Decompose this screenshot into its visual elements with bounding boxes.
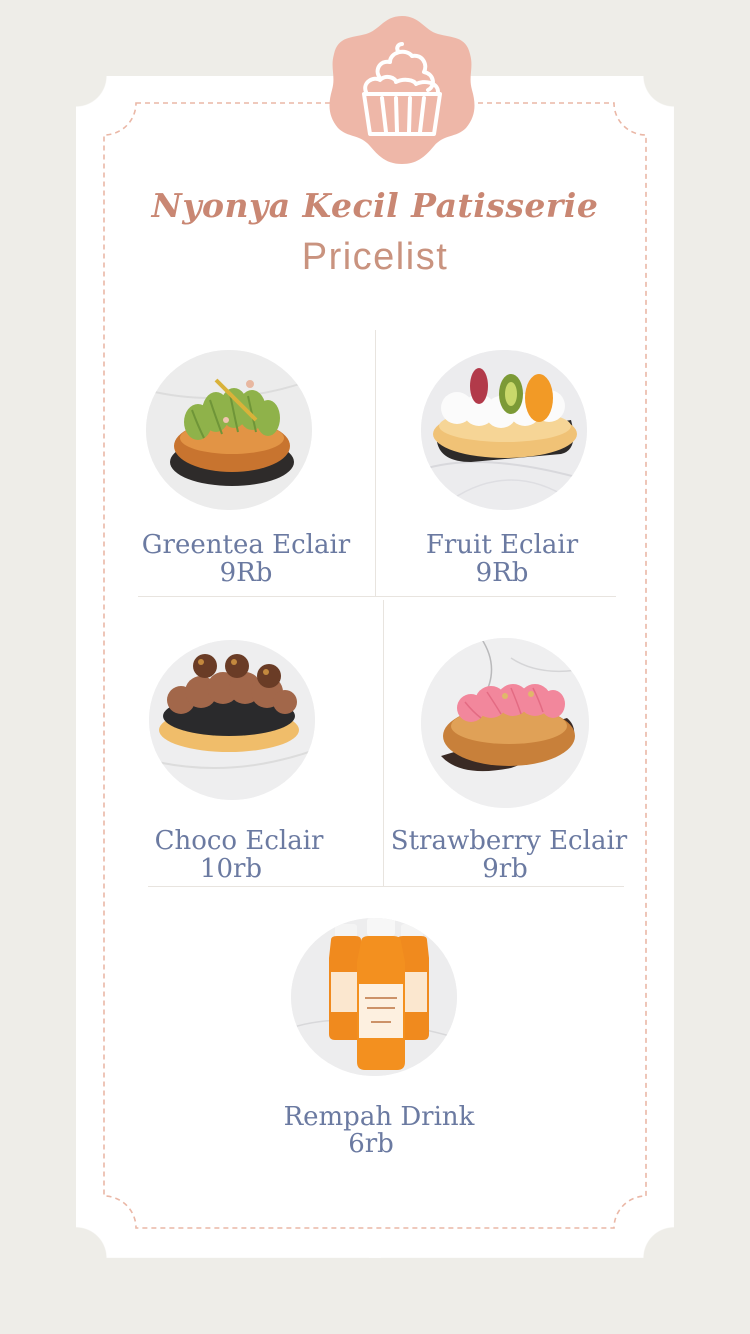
menu-item-price: 9Rb [475, 558, 529, 588]
brand-title: Nyonya Kecil Patisserie [151, 186, 599, 225]
menu-item-price: 10rb [199, 854, 263, 884]
greentea-eclair-photo [146, 350, 312, 510]
scalloped-badge-shape [329, 16, 475, 164]
menu-item-price: 9rb [482, 854, 528, 884]
menu-item-name: Fruit Eclair [425, 530, 579, 560]
fruit-eclair-photo [421, 350, 587, 510]
menu-item-name: Strawberry Eclair [390, 826, 628, 856]
menu-item-price: 6rb [348, 1129, 394, 1159]
menu-item-name: Greentea Eclair [141, 530, 351, 560]
rempah-drink-photo [291, 918, 457, 1076]
menu-item-name: Choco Eclair [154, 826, 324, 856]
cupcake-badge [329, 16, 475, 164]
menu-item-price: 9Rb [219, 558, 273, 588]
page-subtitle: Pricelist [301, 236, 449, 278]
grid-divider-horizontal-2 [148, 886, 624, 887]
menu-item-name: Rempah Drink [283, 1102, 475, 1132]
grid-divider-horizontal-1 [138, 596, 616, 597]
choco-eclair-photo [149, 640, 315, 800]
strawberry-eclair-photo [421, 638, 589, 808]
